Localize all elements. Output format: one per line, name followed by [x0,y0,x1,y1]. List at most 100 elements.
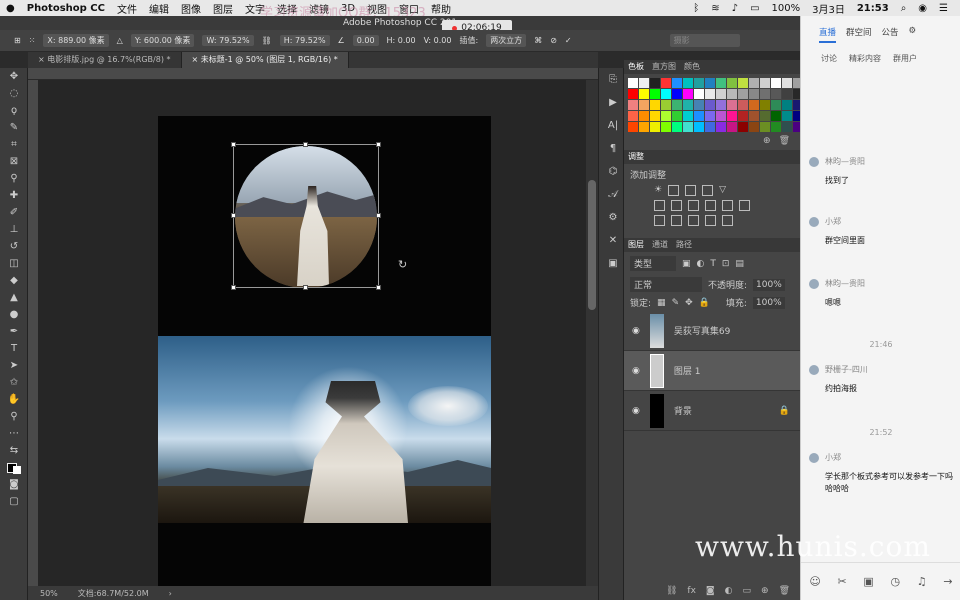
threshold-icon[interactable] [688,215,699,226]
delete-layer-icon[interactable]: 🗑 [779,586,790,596]
link-icon[interactable]: ⛓ [262,36,272,45]
swatch[interactable] [738,111,748,121]
swatch[interactable] [727,78,737,88]
more-tools-icon[interactable]: ⋯ [0,425,28,442]
author-name[interactable]: 小郑 [825,452,841,463]
menu-edit[interactable]: 编辑 [149,1,169,16]
group-icon[interactable]: ▭ [743,586,752,596]
vskew-field[interactable]: V: 0.00 [424,36,452,45]
swatch[interactable] [738,100,748,110]
tab-discussion[interactable]: 讨论 [821,53,837,64]
bluetooth-icon[interactable]: ᛒ [693,3,699,14]
curves-icon[interactable] [685,185,697,196]
exposure-icon[interactable] [702,185,714,196]
tab-announcement[interactable]: 公告 [882,26,899,43]
angle-field[interactable]: 0.00 [352,35,379,46]
tab-histogram[interactable]: 直方图 [652,60,676,74]
tab-close-icon[interactable]: × [38,55,47,64]
cancel-icon[interactable]: ⊘ [550,36,557,45]
brightness-icon[interactable]: ☀ [654,185,662,196]
brush-tool-icon[interactable]: ✐ [0,204,28,221]
properties-panel-icon[interactable]: ⚙ [599,206,627,229]
swatch[interactable] [760,100,770,110]
canvas-area[interactable]: ↻ [38,80,586,586]
swatch[interactable] [661,89,671,99]
swatch[interactable] [716,78,726,88]
tab-adjustments[interactable]: 调整 [628,150,644,164]
layer-row[interactable]: ◉ 吴荻写真集69 [624,311,800,351]
filter-adjust-icon[interactable]: ◐ [697,259,705,269]
swatch[interactable] [672,100,682,110]
fx-icon[interactable]: fx [687,586,696,596]
dodge-tool-icon[interactable]: ● [0,306,28,323]
avatar[interactable] [809,216,819,227]
clone-source-icon[interactable]: ⌬ [599,160,627,183]
posterize-icon[interactable] [671,215,682,226]
swatch[interactable] [683,89,693,99]
warp-icon[interactable]: ⌘ [534,36,542,45]
swatch[interactable] [694,122,704,132]
swatch[interactable] [705,111,715,121]
menu-layer[interactable]: 图层 [213,1,233,16]
history-brush-icon[interactable]: ↺ [0,238,28,255]
commit-icon[interactable]: ✓ [565,36,572,45]
shape-tool-icon[interactable]: ✩ [0,374,28,391]
swatch[interactable] [650,89,660,99]
apple-icon[interactable]: ● [6,3,15,14]
swatch[interactable] [760,89,770,99]
transform-handle-tr[interactable] [376,142,381,147]
swatch[interactable] [727,100,737,110]
swatch[interactable] [771,122,781,132]
swatch[interactable] [782,100,792,110]
tab-swatches[interactable]: 色板 [628,60,644,74]
lock-move-icon[interactable]: ✥ [685,298,693,308]
swatch[interactable] [760,111,770,121]
swatch[interactable] [650,78,660,88]
swatch[interactable] [694,89,704,99]
invert-icon[interactable] [654,215,665,226]
tab-untitled[interactable]: × 未标题-1 @ 50% (图层 1, RGB/16) * [181,52,349,68]
swatch[interactable] [661,100,671,110]
blur-tool-icon[interactable]: ▲ [0,289,28,306]
avatar[interactable] [809,452,819,463]
vertical-scrollbar[interactable] [586,80,598,586]
blend-mode-select[interactable]: 正常 [630,277,702,292]
link-layers-icon[interactable]: ⛓ [666,586,677,596]
transform-handle-t[interactable] [303,142,308,147]
move-tool-icon[interactable]: ✥ [0,68,28,85]
swatch[interactable] [771,100,781,110]
status-arrow-icon[interactable]: › [169,589,172,598]
tab-live[interactable]: 直播 [819,26,837,43]
y-field[interactable]: Y: 600.00 像素 [130,34,195,47]
swatch[interactable] [661,122,671,132]
opacity-field[interactable]: 100% [753,278,785,291]
x-field[interactable]: X: 889.00 像素 [43,34,109,47]
color-lookup-icon[interactable] [739,200,750,211]
swatch[interactable] [672,78,682,88]
transform-handle-bl[interactable] [231,285,236,290]
glyphs-panel-icon[interactable]: 𝒜 [599,183,627,206]
transform-handle-tl[interactable] [231,142,236,147]
swatch[interactable] [771,111,781,121]
swatch[interactable] [628,89,638,99]
marquee-tool-icon[interactable]: ◌ [0,85,28,102]
swatch[interactable] [694,100,704,110]
tab-movie-layout[interactable]: × 电影排版.jpg @ 16.7%(RGB/8) * [28,52,182,68]
swatch[interactable] [672,89,682,99]
filter-type-icon[interactable]: T [710,259,716,269]
visibility-eye-icon[interactable]: ◉ [632,406,640,416]
tab-members[interactable]: 群用户 [893,53,917,64]
filter-shape-icon[interactable]: ⊡ [722,259,730,269]
bw-icon[interactable] [688,200,699,211]
swatch[interactable] [727,89,737,99]
delta-icon[interactable]: △ [117,36,123,45]
bell-icon[interactable]: ♫ [917,575,927,588]
history-panel-icon[interactable]: ⎘ [599,68,627,91]
swatch[interactable] [782,111,792,121]
swatch[interactable] [738,78,748,88]
paragraph-panel-icon[interactable]: ¶ [599,137,627,160]
swatch[interactable] [727,122,737,132]
swatch[interactable] [694,111,704,121]
hskew-field[interactable]: H: 0.00 [387,36,416,45]
swatch[interactable] [639,100,649,110]
